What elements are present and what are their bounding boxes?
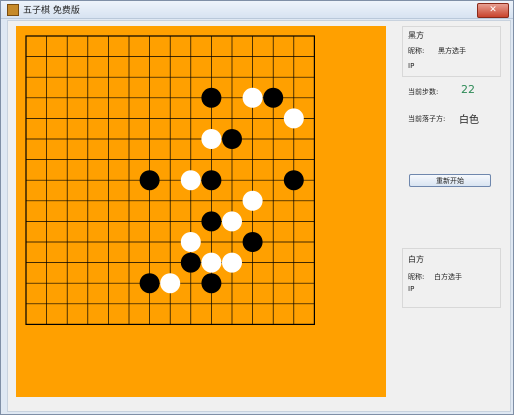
white-stone bbox=[242, 87, 263, 108]
black-stone bbox=[283, 170, 304, 191]
black-stone bbox=[139, 273, 160, 294]
black-stone bbox=[201, 87, 222, 108]
black-name-label: 昵称: bbox=[408, 47, 425, 55]
restart-button[interactable]: 重新开始 bbox=[409, 174, 491, 187]
turn-value: 白色 bbox=[459, 115, 479, 126]
black-stone bbox=[222, 129, 242, 149]
black-stone bbox=[201, 273, 222, 294]
step-count-value: 22 bbox=[461, 83, 475, 96]
white-stone bbox=[201, 129, 222, 149]
white-name-value: 白方选手 bbox=[434, 273, 462, 281]
white-stone bbox=[180, 232, 201, 252]
white-stone bbox=[222, 252, 242, 273]
black-stone bbox=[242, 232, 263, 252]
board-canvas[interactable] bbox=[16, 26, 386, 397]
white-player-title: 白方 bbox=[408, 255, 424, 264]
white-name-label: 昵称: bbox=[408, 273, 425, 281]
white-stone bbox=[180, 170, 201, 191]
white-stone bbox=[222, 211, 242, 232]
white-stone bbox=[160, 273, 181, 294]
turn-label: 当前落子方: bbox=[408, 115, 446, 123]
black-stone bbox=[201, 211, 222, 232]
close-icon: ✕ bbox=[489, 5, 497, 15]
close-button[interactable]: ✕ bbox=[477, 3, 509, 18]
black-ip-label: IP bbox=[408, 62, 415, 70]
black-player-title: 黑方 bbox=[408, 31, 424, 40]
black-stone bbox=[139, 170, 160, 191]
app-window: 五子棋 免费版 ✕ 黑方 昵称: 黑方选手 IP 当前步数: 22 当前落子方:… bbox=[0, 0, 514, 415]
black-name-value: 黑方选手 bbox=[438, 47, 466, 55]
window-title: 五子棋 免费版 bbox=[23, 6, 80, 16]
white-stone bbox=[242, 190, 263, 211]
white-stone bbox=[201, 252, 222, 273]
white-stone bbox=[283, 108, 304, 129]
app-icon bbox=[7, 4, 19, 16]
black-stone bbox=[201, 170, 222, 191]
gomoku-board[interactable] bbox=[16, 26, 386, 397]
white-ip-label: IP bbox=[408, 285, 415, 293]
black-stone bbox=[263, 87, 284, 108]
title-bar[interactable]: 五子棋 免费版 ✕ bbox=[1, 1, 513, 19]
black-stone bbox=[180, 252, 201, 273]
step-count-label: 当前步数: bbox=[408, 88, 439, 96]
